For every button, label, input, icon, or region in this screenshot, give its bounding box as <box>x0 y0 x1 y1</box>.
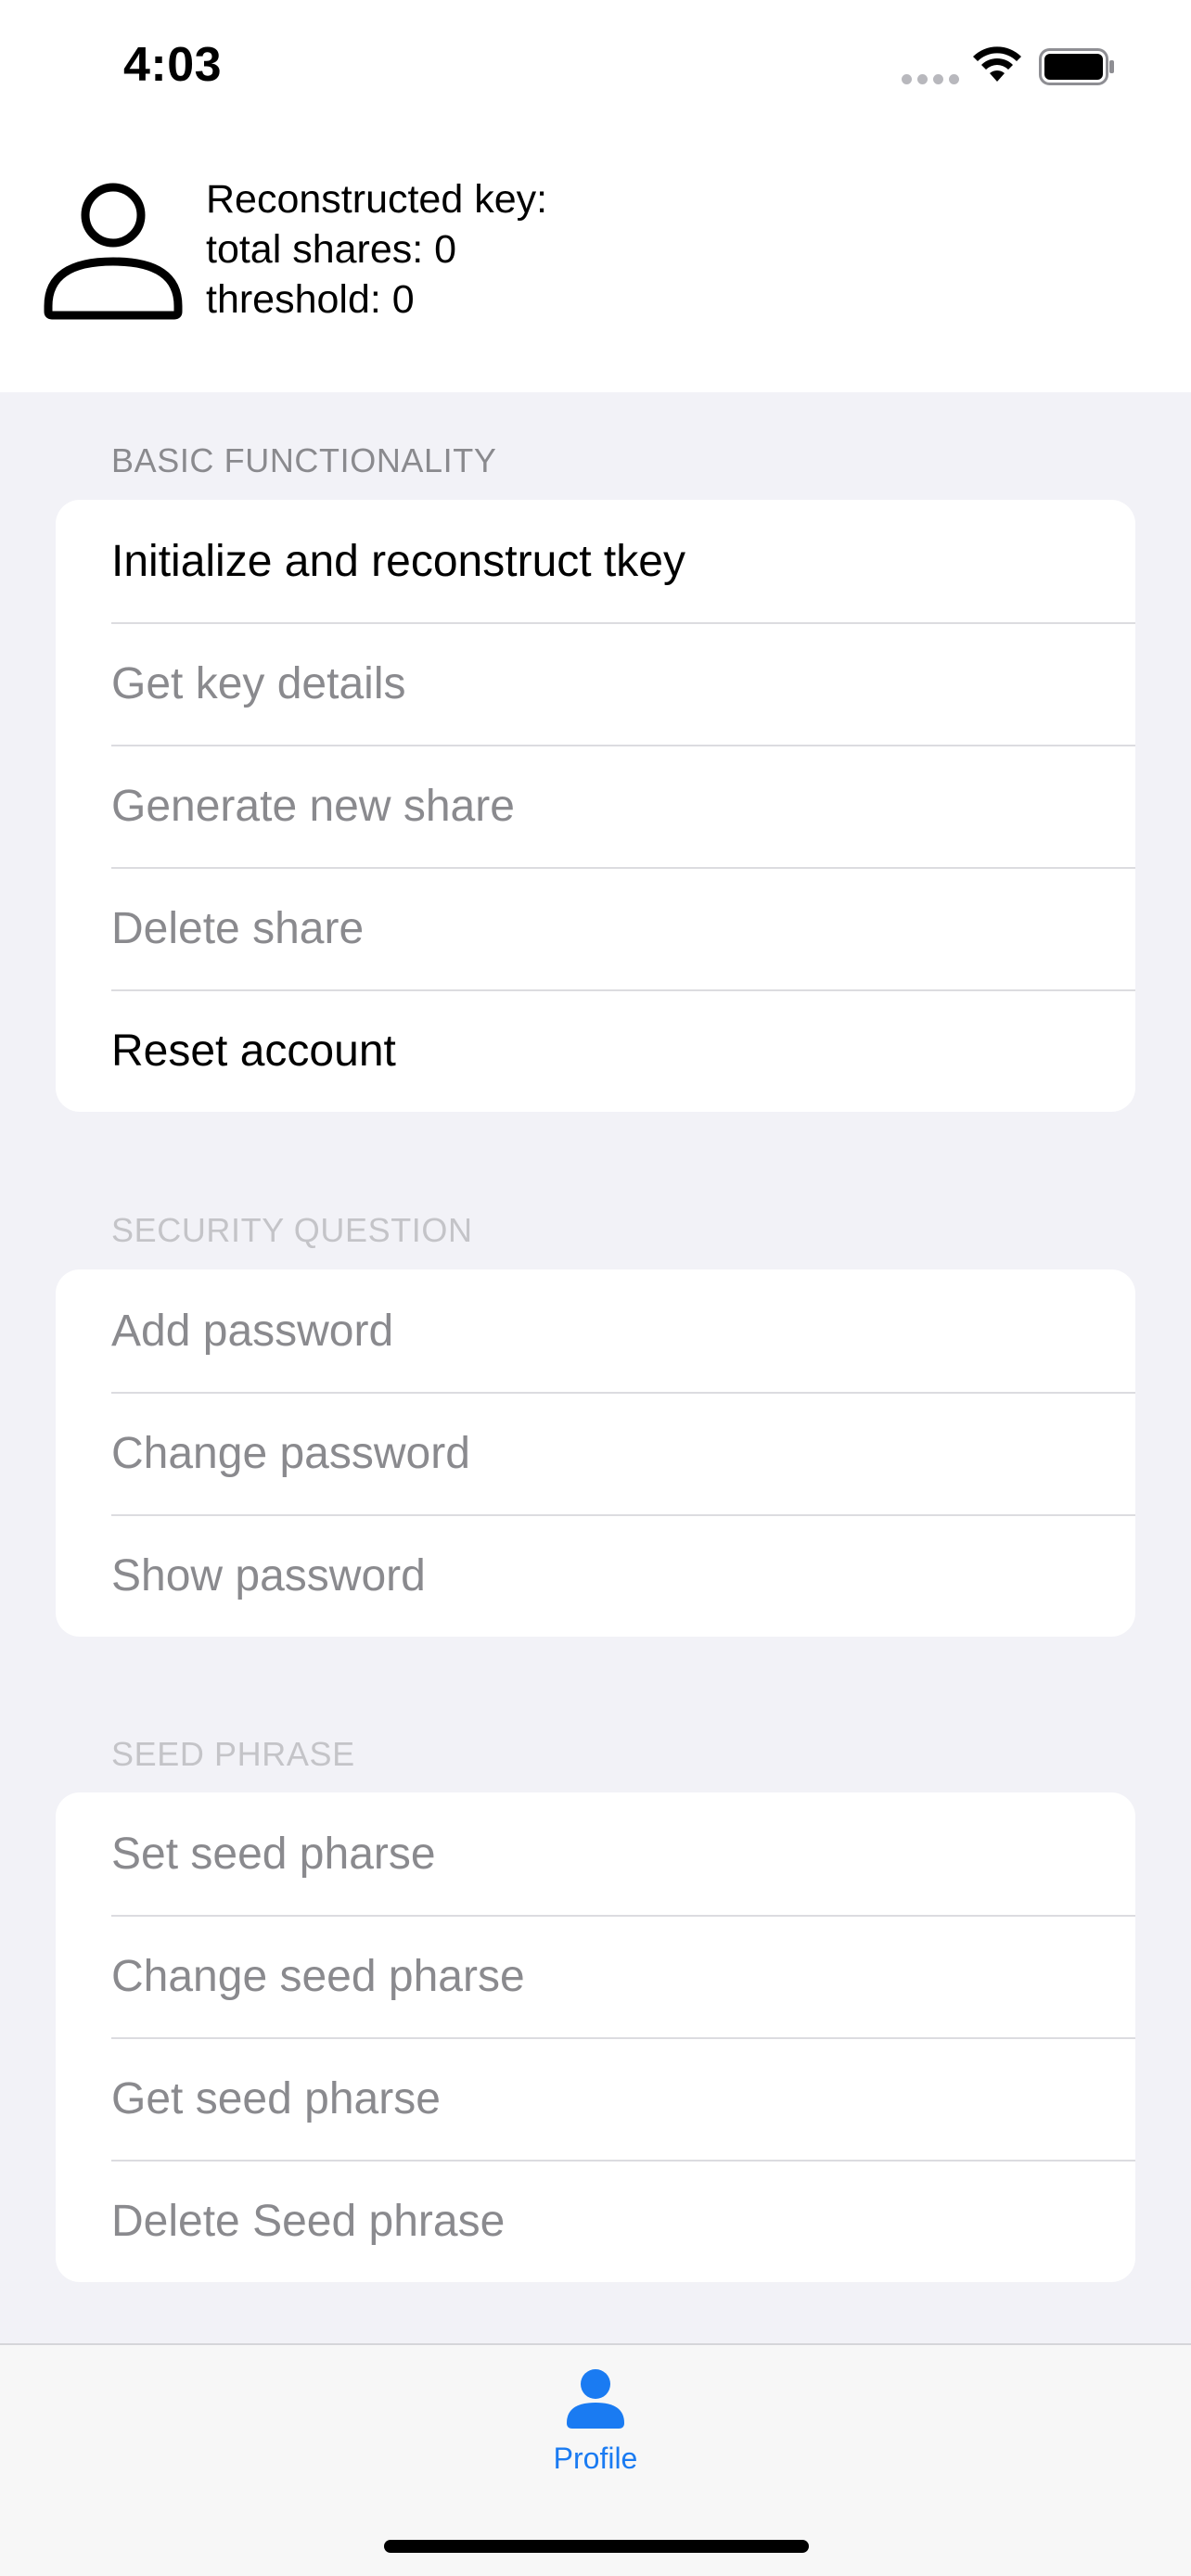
person-icon <box>567 2369 624 2429</box>
battery-icon <box>1039 48 1114 85</box>
generate-new-share-button[interactable]: Generate new share <box>56 745 1135 867</box>
section-title-security-question: SECURITY QUESTION <box>111 1211 473 1249</box>
status-bar: 4:03 <box>0 0 1191 139</box>
section-title-basic-functionality: BASIC FUNCTIONALITY <box>111 441 497 479</box>
tab-profile[interactable]: Profile <box>519 2366 672 2495</box>
wifi-icon <box>973 46 1021 82</box>
add-password-button[interactable]: Add password <box>56 1269 1135 1392</box>
profile-header: Reconstructed key: total shares: 0 thres… <box>0 139 1191 392</box>
set-seed-phrase-button[interactable]: Set seed pharse <box>56 1792 1135 1915</box>
delete-share-button[interactable]: Delete share <box>56 867 1135 989</box>
screen: 4:03 Reconstructed key: total shares: 0 … <box>0 0 1191 2576</box>
threshold-label: threshold: 0 <box>206 277 415 322</box>
reset-account-button[interactable]: Reset account <box>56 989 1135 1112</box>
person-outline-icon <box>44 183 183 320</box>
show-password-button[interactable]: Show password <box>56 1514 1135 1637</box>
status-time: 4:03 <box>123 38 223 92</box>
security-question-card: Add password Change password Show passwo… <box>56 1269 1135 1637</box>
delete-seed-phrase-button[interactable]: Delete Seed phrase <box>56 2160 1135 2282</box>
change-password-button[interactable]: Change password <box>56 1392 1135 1514</box>
basic-functionality-card: Initialize and reconstruct tkey Get key … <box>56 500 1135 1112</box>
key-info: Reconstructed key: total shares: 0 thres… <box>206 174 547 325</box>
seed-phrase-card: Set seed pharse Change seed pharse Get s… <box>56 1792 1135 2282</box>
reconstructed-key-label: Reconstructed key: <box>206 177 548 222</box>
get-seed-phrase-button[interactable]: Get seed pharse <box>56 2037 1135 2160</box>
total-shares-label: total shares: 0 <box>206 227 457 272</box>
change-seed-phrase-button[interactable]: Change seed pharse <box>56 1915 1135 2037</box>
get-key-details-button[interactable]: Get key details <box>56 622 1135 745</box>
cellular-signal-icon <box>902 74 959 84</box>
initialize-reconstruct-button[interactable]: Initialize and reconstruct tkey <box>56 500 1135 622</box>
home-indicator[interactable] <box>384 2540 809 2553</box>
tab-profile-label: Profile <box>553 2442 638 2475</box>
section-title-seed-phrase: SEED PHRASE <box>111 1735 355 1773</box>
